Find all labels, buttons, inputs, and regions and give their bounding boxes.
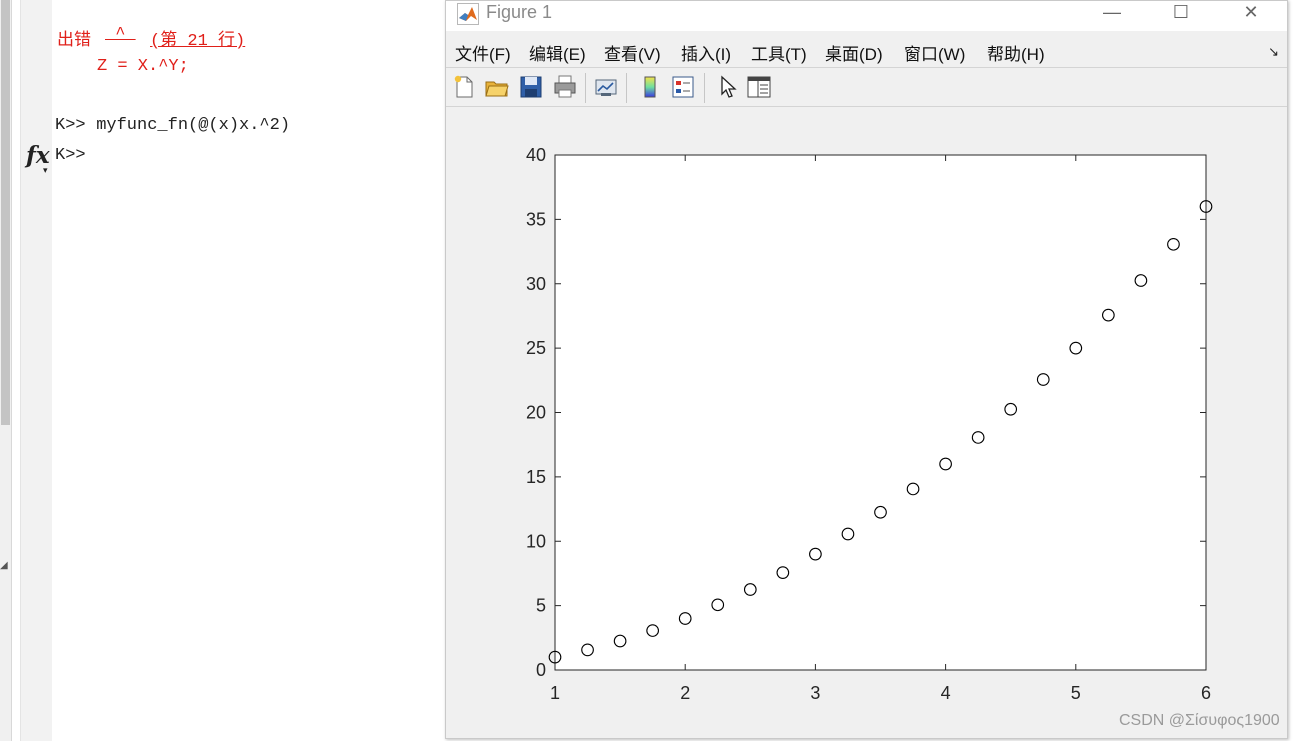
y-tick-label: 10 (526, 531, 546, 551)
watermark: CSDN @Σίσυφος1900 (1119, 712, 1280, 729)
collapse-arrow-icon[interactable]: ◢ (0, 560, 8, 571)
dock-figure-icon[interactable]: ↘ (1268, 44, 1279, 60)
edit-plot-pointer-icon[interactable] (714, 74, 740, 100)
x-tick-label: 4 (941, 683, 951, 703)
scrollbar-thumb[interactable] (1, 0, 10, 425)
menu-file[interactable]: 文件(F) (455, 40, 511, 65)
x-tick-label: 3 (810, 683, 820, 703)
title-bar[interactable]: Figure 1 — ☐ ✕ (446, 1, 1287, 31)
menu-edit[interactable]: 编辑(E) (529, 40, 586, 65)
fx-label: fx (26, 142, 50, 169)
scatter-chart[interactable]: 1 2 3 4 5 6 0 5 10 15 20 25 30 35 40 (446, 107, 1287, 738)
menu-help[interactable]: 帮助(H) (987, 40, 1045, 65)
menu-tools[interactable]: 工具(T) (751, 40, 807, 65)
y-tick-label: 15 (526, 467, 546, 487)
figure-toolbar (446, 67, 1287, 107)
y-tick-label: 0 (536, 660, 546, 680)
toolbar-separator (585, 73, 586, 103)
toolbar-separator (704, 73, 705, 103)
error-code-line: Z = X.^Y; (97, 57, 189, 76)
window-title: Figure 1 (486, 2, 553, 22)
y-tick-label: 35 (526, 209, 546, 229)
command-gutter (20, 0, 52, 741)
link-plot-icon[interactable] (593, 74, 619, 100)
menu-bar: 文件(F) 编辑(E) 查看(V) 插入(I) 工具(T) 桌面(D) 窗口(W… (446, 37, 1287, 65)
y-tick-label: 30 (526, 274, 546, 294)
toolbar-separator (626, 73, 627, 103)
prompt-current[interactable]: K>> (55, 146, 86, 165)
function-browser-icon[interactable]: fx ▾ (26, 142, 50, 176)
error-location-link[interactable]: (第 21 行) (150, 25, 245, 51)
x-tick-label: 6 (1201, 683, 1211, 703)
command-window[interactable]: ◢ 出错 ^ (第 21 行) Z = X.^Y; K>> myfunc_fn(… (0, 0, 446, 741)
x-tick-label: 1 (550, 683, 560, 703)
x-tick-label: 2 (680, 683, 690, 703)
plot-area[interactable]: 1 2 3 4 5 6 0 5 10 15 20 25 30 35 40 (446, 107, 1287, 738)
menu-insert[interactable]: 插入(I) (681, 40, 731, 65)
prompt: K>> (55, 116, 86, 135)
axes-box[interactable] (554, 154, 1207, 671)
left-scrollbar[interactable]: ◢ (0, 0, 12, 741)
new-figure-icon[interactable] (451, 74, 477, 100)
error-caret-link[interactable]: ^ (105, 25, 136, 44)
error-prefix: 出错 (57, 32, 91, 51)
close-button[interactable]: ✕ (1228, 1, 1274, 27)
x-tick-label: 5 (1071, 683, 1081, 703)
menu-desktop[interactable]: 桌面(D) (825, 40, 883, 65)
open-file-icon[interactable] (484, 74, 510, 100)
menu-view[interactable]: 查看(V) (604, 40, 661, 65)
save-icon[interactable] (518, 74, 544, 100)
fx-dropdown-icon: ▾ (43, 166, 48, 176)
legend-icon[interactable] (670, 74, 696, 100)
y-tick-label: 40 (526, 145, 546, 165)
maximize-button[interactable]: ☐ (1158, 1, 1204, 27)
property-inspector-icon[interactable] (746, 74, 772, 100)
menu-window[interactable]: 窗口(W) (904, 40, 965, 65)
figure-window[interactable]: Figure 1 — ☐ ✕ 文件(F) 编辑(E) 查看(V) 插入(I) 工… (445, 0, 1288, 739)
matlab-logo-icon (457, 3, 479, 25)
y-tick-label: 20 (526, 403, 546, 423)
colorbar-icon[interactable] (637, 74, 663, 100)
y-tick-label: 25 (526, 338, 546, 358)
y-tick-label: 5 (536, 596, 546, 616)
minimize-button[interactable]: — (1089, 1, 1135, 27)
print-icon[interactable] (552, 74, 578, 100)
command-text: myfunc_fn(@(x)x.^2) (86, 116, 291, 135)
